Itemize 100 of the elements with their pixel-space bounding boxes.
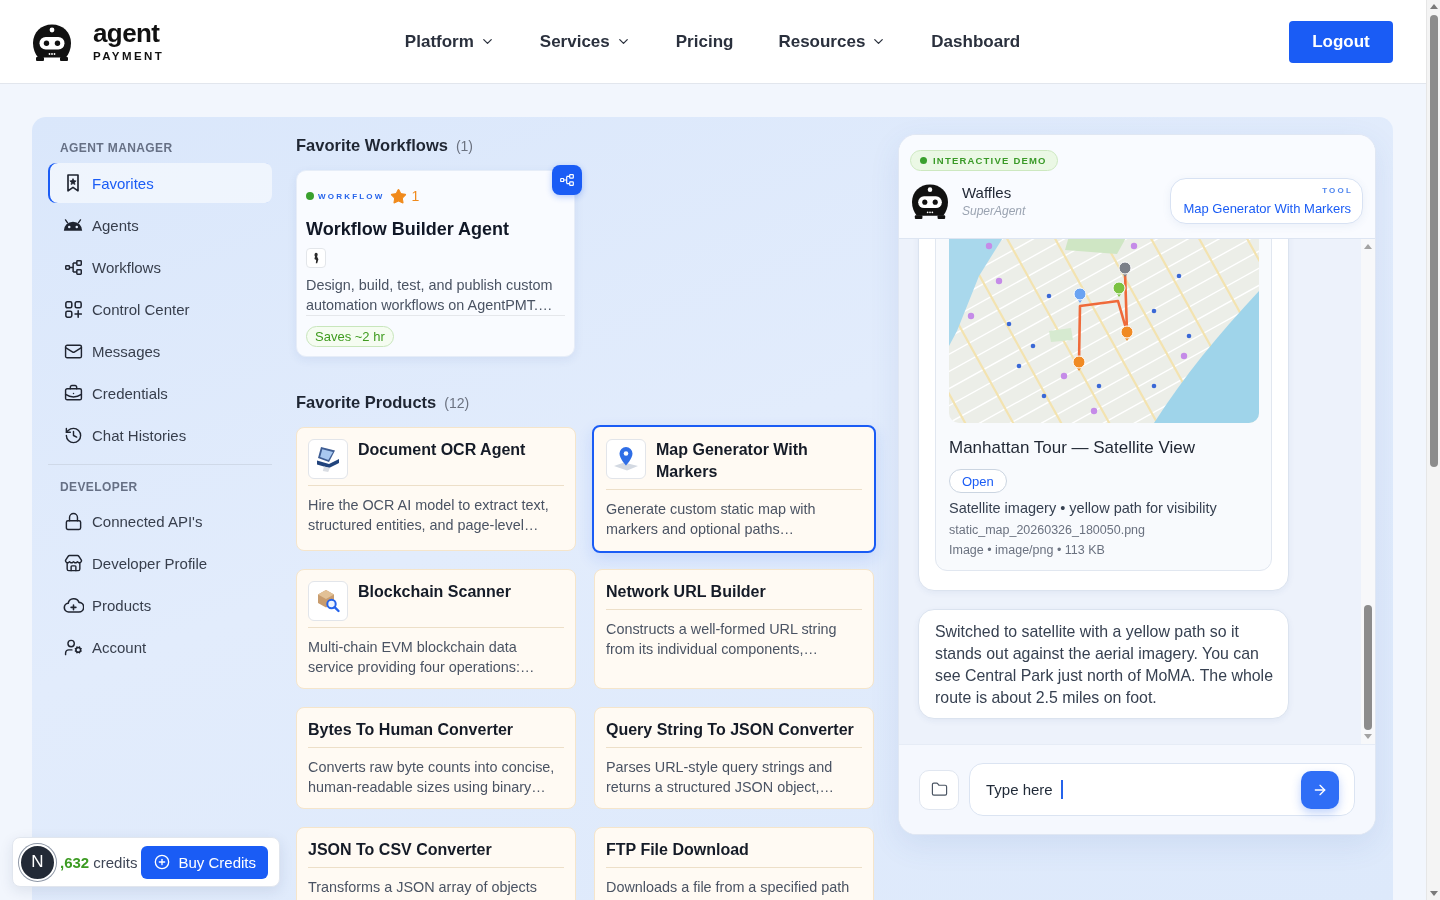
cube-magnifier-icon bbox=[308, 581, 348, 621]
card-type-label: WORKFLOW bbox=[318, 191, 385, 201]
send-button[interactable] bbox=[1301, 770, 1339, 809]
nav-menu-item[interactable]: Dashboard bbox=[931, 29, 1021, 54]
card-title: FTP File Download bbox=[606, 840, 749, 860]
sidebar-item[interactable]: Credentials bbox=[48, 373, 272, 413]
agent-role: SuperAgent bbox=[962, 203, 1026, 219]
product-card[interactable]: Bytes To Human Converter Converts raw byte counts into concise, human-readable sizes using binary… bbox=[296, 707, 576, 809]
robot-head-icon bbox=[63, 219, 83, 231]
file-meta: Image • image/png • 113 KB bbox=[949, 542, 1105, 559]
sidebar-item[interactable]: Developer Profile bbox=[48, 543, 272, 583]
sidebar-item[interactable]: Connected API's bbox=[48, 501, 272, 541]
status-dot-icon bbox=[306, 192, 314, 200]
sidebar-item[interactable]: Messages bbox=[48, 331, 272, 371]
agent-name: Waffles bbox=[962, 183, 1013, 203]
scrollbar-thumb[interactable] bbox=[1429, 15, 1438, 467]
card-description: Constructs a well-formed URL string from its individual components,… bbox=[606, 620, 838, 659]
scroll-down-icon[interactable] bbox=[1364, 734, 1372, 739]
product-card[interactable]: Document OCR Agent Hire the OCR AI model to extract text, structured entities, and page-level… bbox=[296, 427, 576, 551]
time-saved-tag: Saves ~2 hr bbox=[306, 326, 394, 347]
product-card[interactable]: Blockchain Scanner Multi-chain EVM blockchain data service providing four operations:… bbox=[296, 569, 576, 689]
badge-label: INTERACTIVE DEMO bbox=[933, 155, 1047, 166]
card-description: Parses URL-style query strings and returns a structured JSON object,… bbox=[606, 758, 835, 797]
item-count: (1) bbox=[455, 138, 474, 154]
attachment-caption: Satellite imagery • yellow path for visibility bbox=[949, 499, 1217, 518]
mail-icon bbox=[63, 341, 83, 361]
scroll-up-icon[interactable] bbox=[1364, 244, 1372, 249]
product-card[interactable]: Network URL Builder Constructs a well-formed URL string from its individual components,… bbox=[594, 569, 874, 689]
flowchart-icon bbox=[64, 259, 82, 275]
agent-figure-icon bbox=[306, 248, 326, 268]
card-description: Design, build, test, and publish custom automation workflows on AgentPMT.… bbox=[306, 276, 554, 315]
user-avatar[interactable]: N bbox=[19, 843, 56, 881]
card-title: Blockchain Scanner bbox=[358, 582, 511, 602]
workflow-card[interactable]: WORKFLOW 1 Workflow Builder Agent Design, build, test, and publish custom automation workflows on AgentPMT.… Saves ~2 hr bbox=[296, 170, 575, 357]
credits-label: credits bbox=[93, 853, 138, 871]
sidebar-section-title: DEVELOPER bbox=[59, 479, 139, 495]
scrollbar-track[interactable] bbox=[1361, 239, 1375, 744]
tool-label: TOOL bbox=[1322, 185, 1353, 197]
logo-tagline: PAYMENT bbox=[93, 49, 165, 63]
message-input[interactable]: Type here bbox=[969, 763, 1355, 816]
status-dot-icon bbox=[920, 157, 927, 164]
card-description: Downloads a file from a specified path bbox=[606, 878, 851, 897]
sidebar-section-title: AGENT MANAGER bbox=[59, 140, 174, 156]
star-icon bbox=[390, 187, 408, 205]
product-card[interactable]: FTP File Download Downloads a file from a specified path bbox=[594, 827, 874, 900]
card-title: Network URL Builder bbox=[606, 582, 766, 602]
file-name: static_map_20260326_180050.png bbox=[949, 522, 1145, 539]
card-title: Map Generator With Markers bbox=[656, 440, 809, 482]
sidebar-item[interactable]: Chat Histories bbox=[48, 415, 272, 455]
card-title: Document OCR Agent bbox=[358, 440, 526, 460]
sidebar-item[interactable]: Control Center bbox=[48, 289, 272, 329]
flowchart-button[interactable] bbox=[552, 165, 582, 195]
storefront-icon bbox=[63, 553, 83, 573]
sidebar-item[interactable]: Account bbox=[48, 627, 272, 667]
folder-icon bbox=[930, 781, 948, 798]
nav-menu-item[interactable]: Resources bbox=[778, 29, 887, 54]
logout-button[interactable]: Logout bbox=[1289, 20, 1393, 63]
card-description: Hire the OCR AI model to extract text, structured entities, and page-level… bbox=[308, 496, 550, 535]
scrollbar-thumb[interactable] bbox=[1364, 605, 1372, 730]
attachment-title: Manhattan Tour — Satellite View bbox=[949, 437, 1195, 459]
nav-menu-item[interactable]: Pricing bbox=[675, 29, 734, 54]
card-description: Transforms a JSON array of objects bbox=[308, 878, 538, 897]
sidebar-item[interactable]: Favorites bbox=[48, 163, 272, 203]
open-button[interactable]: Open bbox=[949, 469, 1007, 493]
credits-amount: ,632 bbox=[60, 853, 90, 871]
tool-name: Map Generator With Markers bbox=[1183, 200, 1351, 218]
history-icon bbox=[63, 425, 83, 445]
bookmark-star-icon bbox=[67, 174, 79, 192]
product-card[interactable]: Query String To JSON Converter Parses URL-style query strings and returns a structured JSON object,… bbox=[594, 707, 874, 809]
scrollbar-track[interactable] bbox=[1426, 0, 1440, 900]
logo-wordmark: agent bbox=[93, 20, 160, 46]
card-title: JSON To CSV Converter bbox=[308, 840, 492, 860]
section-heading: Favorite Products bbox=[296, 392, 437, 413]
flowchart-icon bbox=[560, 174, 574, 186]
product-card[interactable]: Map Generator With Markers Generate custom static map with markers and optional paths… bbox=[592, 425, 876, 553]
text-cursor-icon bbox=[1061, 780, 1063, 799]
cloud-plus-icon bbox=[62, 597, 84, 613]
robot-logo-icon[interactable] bbox=[32, 22, 72, 61]
nav-menu-item[interactable]: Platform bbox=[404, 29, 495, 54]
product-card[interactable]: JSON To CSV Converter Transforms a JSON array of objects bbox=[296, 827, 576, 900]
scroll-up-icon[interactable] bbox=[1429, 4, 1438, 9]
card-description: Multi-chain EVM blockchain data service providing four operations:… bbox=[308, 638, 536, 677]
sidebar-item[interactable]: Agents bbox=[48, 205, 272, 245]
attach-button[interactable] bbox=[919, 769, 959, 810]
item-count: (12) bbox=[444, 395, 470, 411]
card-description: Converts raw byte counts into concise, human-readable sizes using binary… bbox=[308, 758, 556, 797]
user-gear-icon bbox=[63, 637, 83, 657]
nav-menu-item[interactable]: Services bbox=[539, 29, 631, 54]
card-title: Bytes To Human Converter bbox=[308, 720, 514, 740]
star-count: 1 bbox=[411, 187, 420, 205]
sidebar-item[interactable]: Workflows bbox=[48, 247, 272, 287]
card-title: Query String To JSON Converter bbox=[606, 720, 854, 740]
sidebar-item[interactable]: Products bbox=[48, 585, 272, 625]
briefcase-icon bbox=[63, 383, 83, 403]
buy-credits-button[interactable]: Buy Credits bbox=[141, 845, 268, 879]
scanner-icon bbox=[308, 439, 348, 479]
grid-plus-icon bbox=[64, 300, 82, 318]
scroll-down-icon[interactable] bbox=[1429, 891, 1438, 896]
chat-message: Switched to satellite with a yellow path so it stands out against the aerial imagery. You can see Central Park just north of MoMA. The whole route is about 2.5 miles on foot. bbox=[918, 609, 1289, 719]
plus-circle-icon bbox=[154, 854, 171, 870]
